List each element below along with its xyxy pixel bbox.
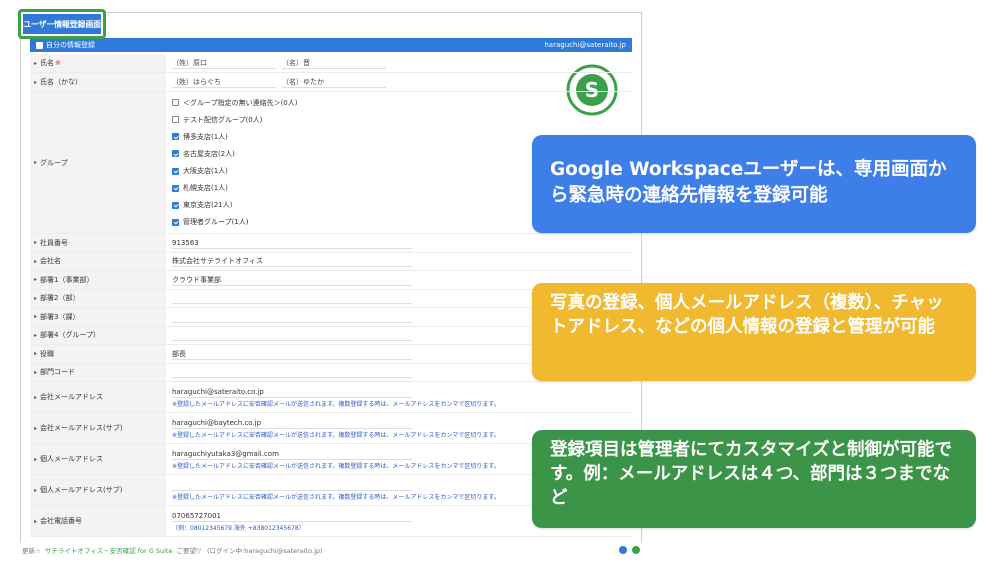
login-status: (ログイン中:haraguchi@sateraito.jp) <box>206 547 323 555</box>
personal-email-sub-input[interactable] <box>172 479 412 491</box>
label-employee-no: 社員番号 <box>40 238 69 247</box>
label-company-phone: 会社電話番号 <box>40 517 83 525</box>
label-company-email: 会社メールアドレス <box>40 393 104 401</box>
section-header: 自分の情報登録 haraguchi@sateraito.jp <box>30 38 632 52</box>
row-company-email: 会社メールアドレス haraguchi@sateraito.co.jp ※登録し… <box>30 382 632 413</box>
user-icon <box>36 41 43 49</box>
callout-blue: Google Workspaceユーザーは、専用画面から緊急時の連絡先情報を登録… <box>532 135 976 233</box>
section-title: 自分の情報登録 <box>46 41 95 49</box>
group-option-label: テスト配信グループ(0人) <box>183 115 263 124</box>
group-option-label: 管理者グループ(1人) <box>183 218 249 227</box>
label-position: 役職 <box>40 349 55 358</box>
dept4-input[interactable] <box>172 329 412 342</box>
footer-bar: 更新☆ サテライトオフィス・安否確認 for G Suite ご要望▽ (ログイ… <box>20 543 642 557</box>
logged-in-email: haraguchi@sateraito.jp <box>544 41 626 49</box>
group-option-label: 東京支店(21人) <box>183 201 233 210</box>
last-kana-input[interactable]: （姓）はらぐち <box>172 76 276 88</box>
label-dept-code: 部門コード <box>40 368 76 377</box>
label-dept1: 部署1（事業部） <box>40 275 94 284</box>
row-company: 会社名 株式会社サテライトオフィス <box>30 252 632 271</box>
dept1-input[interactable]: クラウド事業部 <box>172 274 412 286</box>
label-personal-email: 個人メールアドレス <box>40 455 104 463</box>
checkbox-icon[interactable] <box>172 133 179 141</box>
label-kana: 氏名（かな） <box>40 78 83 86</box>
row-employee-no: 社員番号 913563 <box>30 234 632 253</box>
sateraito-icon[interactable] <box>632 546 640 554</box>
last-name-input[interactable]: （姓）原口 <box>172 57 276 69</box>
label-dept3: 部署3（課） <box>40 312 80 321</box>
company-phone-input[interactable]: 07065727001 <box>172 510 412 522</box>
checkbox-icon[interactable] <box>172 99 179 107</box>
company-email-sub-input[interactable]: haraguchi@baytech.co.jp <box>172 417 412 429</box>
app-brand[interactable]: サテライトオフィス・安否確認 for G Suite <box>45 545 173 555</box>
first-name-input[interactable]: （名）晋 <box>282 57 386 69</box>
group-option-label: ＜グループ指定の無い連絡先＞(0人) <box>183 98 298 107</box>
row-name: 氏名※ （姓）原口 （名）晋 <box>30 54 632 73</box>
dept2-input[interactable] <box>172 292 412 305</box>
group-option[interactable]: テスト配信グループ(0人) <box>172 111 626 128</box>
page-title-tab[interactable]: ユーザー情報登録画面 <box>18 9 106 39</box>
required-mark: ※ <box>55 59 61 67</box>
group-option-label: 札幌支店(1人) <box>183 184 228 193</box>
callout-green: 登録項目は管理者にてカスタマイズと制御が可能です。例：メールアドレスは４つ、部門… <box>532 430 976 528</box>
dept-code-input[interactable] <box>172 366 412 379</box>
alert-icon[interactable] <box>619 546 627 554</box>
checkbox-icon[interactable] <box>172 116 179 124</box>
page-title: ユーザー情報登録画面 <box>23 14 101 34</box>
company-email-note: ※登録したメールアドレスに安否確認メールが送信されます。複数登録する時は、メール… <box>172 401 500 408</box>
refresh-link[interactable]: 更新☆ <box>22 545 41 555</box>
personal-email-input[interactable]: haraguchiyutaka3@gmail.com <box>172 448 412 460</box>
label-company-email-sub: 会社メールアドレス(サブ) <box>40 424 123 432</box>
label-dept2: 部署2（部） <box>40 294 80 303</box>
callout-yellow: 写真の登録、個人メールアドレス（複数）、チャットアドレス、などの個人情報の登録と… <box>532 283 976 381</box>
checkbox-icon[interactable] <box>172 184 179 192</box>
employee-no-input[interactable]: 913563 <box>172 237 412 249</box>
label-dept4: 部署4（グループ） <box>40 331 101 340</box>
label-groups: グループ <box>40 158 68 167</box>
group-option-label: 博多支店(1人) <box>183 132 228 141</box>
label-name: 氏名 <box>40 59 55 67</box>
group-option[interactable]: ＜グループ指定の無い連絡先＞(0人) <box>172 94 626 111</box>
group-option-label: 大阪支店(1人) <box>183 167 228 176</box>
label-company: 会社名 <box>40 257 62 266</box>
checkbox-icon[interactable] <box>172 218 179 226</box>
checkbox-icon[interactable] <box>172 150 179 158</box>
first-kana-input[interactable]: （名）ゆたか <box>282 76 386 88</box>
position-input[interactable]: 部長 <box>172 348 412 360</box>
company-email-input[interactable]: haraguchi@sateraito.co.jp <box>172 386 412 398</box>
checkbox-icon[interactable] <box>172 201 179 209</box>
group-option-label: 名古屋支店(2人) <box>183 149 235 158</box>
row-kana: 氏名（かな） （姓）はらぐち （名）ゆたか <box>30 73 632 92</box>
company-input[interactable]: 株式会社サテライトオフィス <box>172 255 412 268</box>
request-link[interactable]: ご要望▽ <box>176 545 201 555</box>
checkbox-icon[interactable] <box>172 167 179 175</box>
label-personal-email-sub: 個人メールアドレス(サブ) <box>40 486 123 494</box>
dept3-input[interactable] <box>172 311 412 323</box>
